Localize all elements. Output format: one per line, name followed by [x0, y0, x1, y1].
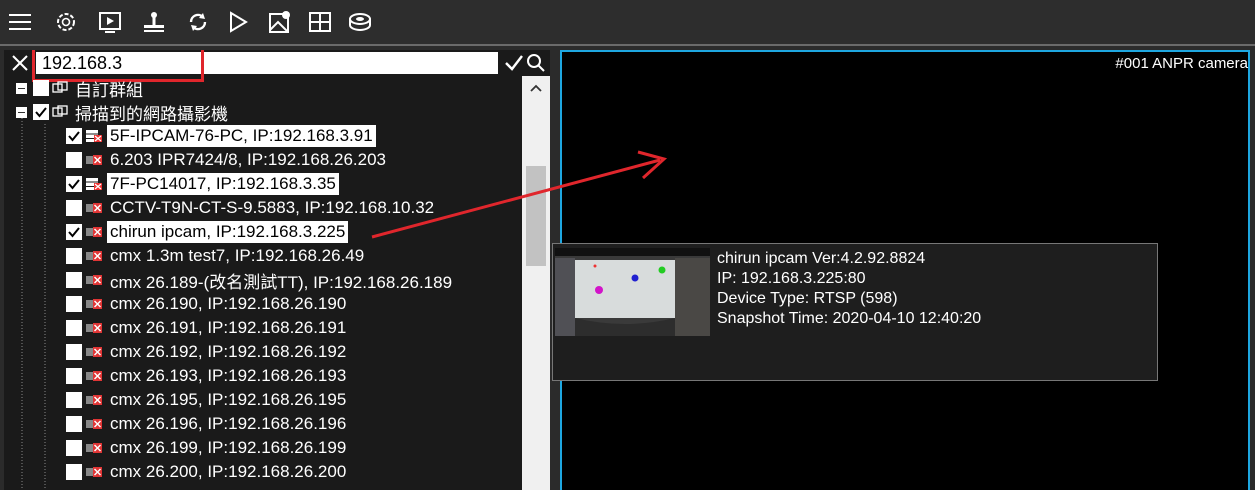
camera-offline-icon	[86, 419, 102, 429]
checkbox[interactable]	[66, 128, 82, 144]
device-row[interactable]: cmx 26.195, IP:192.168.26.195	[66, 388, 349, 412]
server-status-icon	[86, 130, 102, 142]
tree-group-scanned[interactable]: 掃描到的網路攝影機	[16, 100, 231, 124]
device-label: cmx 26.199, IP:192.168.26.199	[110, 438, 347, 457]
tree-group-custom[interactable]: 自訂群組	[16, 76, 146, 100]
device-label: cmx 26.200, IP:192.168.26.200	[110, 462, 347, 481]
device-label: cmx 1.3m test7, IP:192.168.26.49	[110, 246, 365, 265]
device-label: cmx 26.196, IP:192.168.26.196	[110, 414, 347, 433]
group-icon	[52, 105, 68, 117]
checkbox[interactable]	[66, 224, 82, 240]
checkbox[interactable]	[66, 440, 82, 456]
checkbox[interactable]	[66, 272, 82, 288]
storage-icon[interactable]	[346, 8, 374, 36]
expand-toggle-icon[interactable]	[16, 106, 27, 118]
device-label: cmx 26.195, IP:192.168.26.195	[110, 390, 347, 409]
device-row[interactable]: cmx 26.192, IP:192.168.26.192	[66, 340, 349, 364]
checkbox[interactable]	[66, 464, 82, 480]
tooltip-ip: IP: 192.168.3.225:80	[717, 270, 866, 287]
checkbox[interactable]	[66, 248, 82, 264]
device-row[interactable]: CCTV-T9N-CT-S-9.5883, IP:192.168.10.32	[66, 196, 437, 220]
device-row[interactable]: cmx 26.189-(改名測試TT), IP:192.168.26.189	[66, 268, 455, 292]
camera-offline-icon	[86, 299, 102, 309]
checkbox[interactable]	[66, 344, 82, 360]
camera-offline-icon	[86, 275, 102, 285]
tree-group-label: 掃描到的網路攝影機	[75, 104, 228, 124]
device-row[interactable]: cmx 26.196, IP:192.168.26.196	[66, 412, 349, 436]
device-row[interactable]: chirun ipcam, IP:192.168.3.225	[66, 220, 349, 244]
device-tree: 自訂群組 掃描到的網路攝影機 5F-IPCAM-76-PC, IP:192.16…	[4, 76, 522, 490]
search-icon[interactable]	[526, 53, 546, 73]
device-panel: 自訂群組 掃描到的網路攝影機 5F-IPCAM-76-PC, IP:192.16…	[4, 50, 550, 490]
camera-offline-icon	[86, 155, 102, 165]
toolbar	[0, 0, 1255, 44]
checkmark-icon[interactable]	[504, 53, 524, 73]
device-row[interactable]: cmx 26.193, IP:192.168.26.193	[66, 364, 349, 388]
camera-offline-icon	[86, 251, 102, 261]
snapshot-thumbnail	[555, 248, 710, 336]
device-row[interactable]: 5F-IPCAM-76-PC, IP:192.168.3.91	[66, 124, 376, 148]
checkbox[interactable]	[66, 320, 82, 336]
tooltip-snapshot-time: Snapshot Time: 2020-04-10 12:40:20	[717, 310, 982, 327]
camera-offline-icon	[86, 323, 102, 333]
menu-icon[interactable]	[6, 8, 34, 36]
checkbox[interactable]	[66, 176, 82, 192]
checkbox[interactable]	[66, 368, 82, 384]
camera-offline-icon	[86, 443, 102, 453]
camera-offline-icon	[86, 347, 102, 357]
device-row[interactable]: 7F-PC14017, IP:192.168.3.35	[66, 172, 339, 196]
device-row[interactable]: cmx 26.200, IP:192.168.26.200	[66, 460, 349, 484]
device-row[interactable]: cmx 26.191, IP:192.168.26.191	[66, 316, 349, 340]
checkbox[interactable]	[33, 104, 49, 120]
device-label: cmx 26.192, IP:192.168.26.192	[110, 342, 347, 361]
scroll-up-chevron-icon[interactable]	[522, 76, 550, 100]
device-label: chirun ipcam, IP:192.168.3.225	[107, 221, 349, 243]
checkbox[interactable]	[66, 296, 82, 312]
checkbox[interactable]	[66, 200, 82, 216]
search-bar	[4, 50, 550, 82]
device-row[interactable]: 6.203 IPR7424/8, IP:192.168.26.203	[66, 148, 389, 172]
device-row[interactable]: cmx 1.3m test7, IP:192.168.26.49	[66, 244, 367, 268]
toolbar-divider	[0, 44, 1255, 46]
tooltip-device-type: Device Type: RTSP (598)	[717, 290, 898, 307]
checkbox[interactable]	[66, 416, 82, 432]
play-icon[interactable]	[224, 8, 252, 36]
camera-offline-icon	[86, 227, 102, 237]
device-label: cmx 26.191, IP:192.168.26.191	[110, 318, 347, 337]
layout-icon[interactable]	[306, 8, 334, 36]
device-label: CCTV-T9N-CT-S-9.5883, IP:192.168.10.32	[110, 198, 435, 217]
playback-icon[interactable]	[96, 8, 124, 36]
camera-offline-icon	[86, 467, 102, 477]
group-icon	[52, 81, 68, 93]
upload-icon[interactable]	[140, 8, 168, 36]
device-label: cmx 26.193, IP:192.168.26.193	[110, 366, 347, 385]
channel-label: #001 ANPR camera	[1115, 55, 1248, 72]
camera-offline-icon	[86, 371, 102, 381]
camera-offline-icon	[86, 203, 102, 213]
scrollbar[interactable]	[522, 76, 550, 490]
device-label: 7F-PC14017, IP:192.168.3.35	[107, 173, 339, 195]
device-label: 6.203 IPR7424/8, IP:192.168.26.203	[110, 150, 387, 169]
device-label: 5F-IPCAM-76-PC, IP:192.168.3.91	[107, 125, 376, 147]
checkbox[interactable]	[66, 152, 82, 168]
refresh-icon[interactable]	[184, 8, 212, 36]
camera-offline-icon	[86, 395, 102, 405]
device-row[interactable]: cmx 26.199, IP:192.168.26.199	[66, 436, 349, 460]
device-row[interactable]: cmx 26.190, IP:192.168.26.190	[66, 292, 349, 316]
expand-toggle-icon[interactable]	[16, 82, 27, 94]
scrollbar-thumb[interactable]	[526, 166, 546, 266]
settings-icon[interactable]	[52, 8, 80, 36]
search-input[interactable]	[36, 52, 498, 74]
device-label: cmx 26.189-(改名測試TT), IP:192.168.26.189	[110, 272, 453, 292]
clear-icon[interactable]	[10, 53, 30, 73]
device-label: cmx 26.190, IP:192.168.26.190	[110, 294, 347, 313]
server-status-icon	[86, 178, 102, 190]
checkbox[interactable]	[66, 392, 82, 408]
checkbox[interactable]	[33, 80, 49, 96]
device-tooltip: chirun ipcam Ver:4.2.92.8824 IP: 192.168…	[552, 243, 1158, 381]
map-icon[interactable]	[266, 8, 294, 36]
tooltip-title: chirun ipcam Ver:4.2.92.8824	[717, 250, 926, 267]
